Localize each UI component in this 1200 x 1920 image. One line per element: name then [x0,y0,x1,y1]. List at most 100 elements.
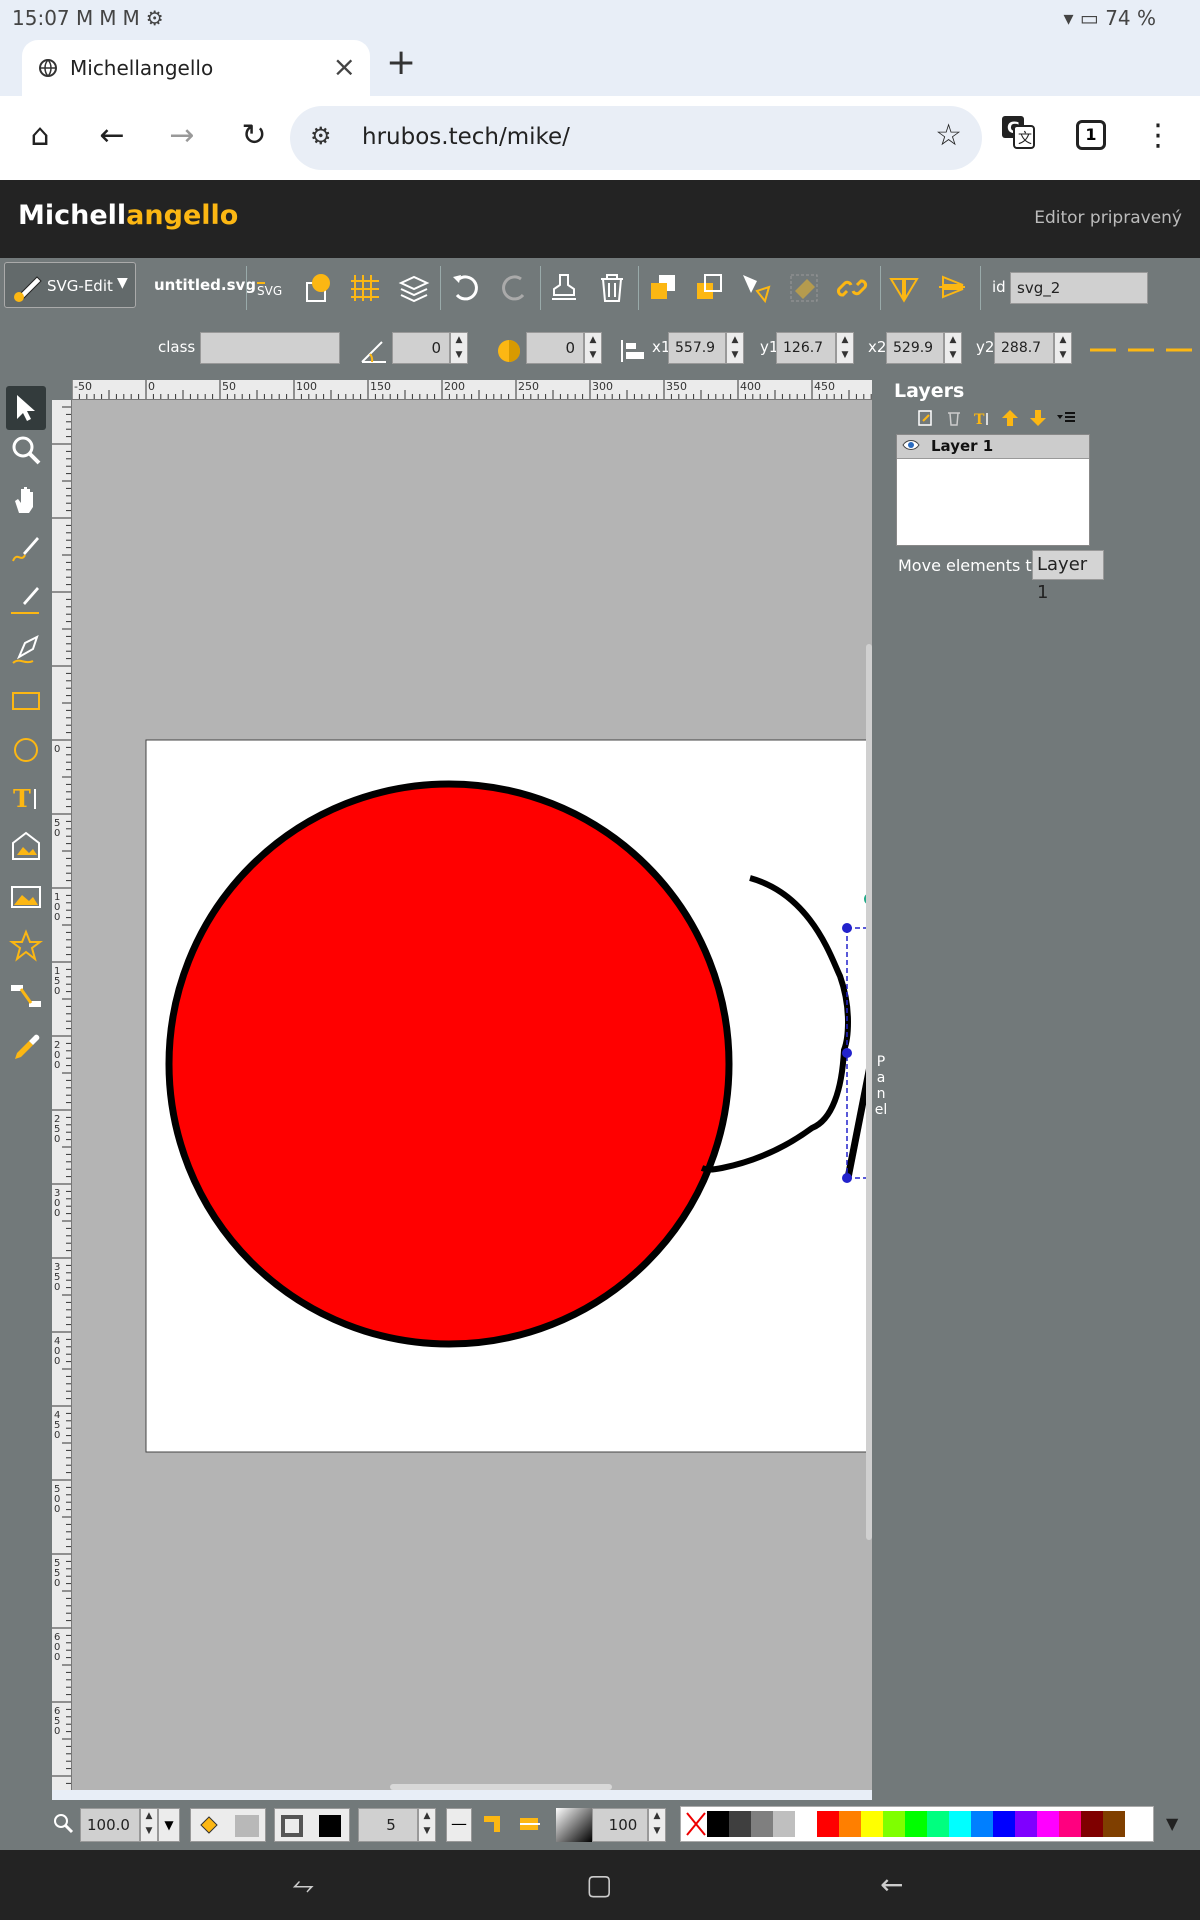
color-swatch[interactable] [817,1811,839,1837]
line-join-icon[interactable] [480,1812,504,1836]
redo-icon[interactable] [494,268,534,308]
blur-stepper[interactable]: ▲ ▼ [584,332,602,364]
line-cap-icon[interactable] [518,1812,542,1836]
freehand-tool[interactable] [6,528,46,572]
y1-input[interactable]: 126.7 [776,332,836,364]
panel-toggle-tab[interactable]: Panel [874,1054,888,1118]
x2-input[interactable]: 529.9 [886,332,944,364]
x1-stepper[interactable]: ▲ ▼ [726,332,744,364]
opacity-input[interactable]: 100 [592,1808,648,1842]
class-input[interactable] [200,332,340,364]
id-input[interactable]: svg_2 [1010,272,1148,304]
y2-stepper[interactable]: ▲ ▼ [1054,332,1072,364]
home-nav-icon[interactable]: ▢ [586,1868,612,1901]
color-swatch[interactable] [927,1811,949,1837]
move-to-top-icon[interactable] [644,268,684,308]
color-swatch[interactable] [795,1811,817,1837]
angle-input[interactable]: 0 [392,332,450,364]
color-swatch[interactable] [839,1811,861,1837]
tab-switcher-button[interactable]: 1 [1076,120,1106,150]
reorient-path-icon[interactable] [784,268,824,308]
move-elements-select[interactable]: Layer 1 [1032,550,1104,603]
path-tool[interactable] [6,628,46,672]
color-swatch[interactable] [883,1811,905,1837]
color-swatch[interactable] [949,1811,971,1837]
delete-layer-icon[interactable] [942,406,966,430]
y2-input[interactable]: 288.7 [994,332,1054,364]
address-bar[interactable]: ⚙ hrubos.tech/mike/ ☆ [290,106,982,170]
svg-source-button[interactable]: SVG [252,268,292,308]
color-swatch[interactable] [773,1811,795,1837]
browser-tab[interactable]: Michellangello × [22,40,370,96]
opacity-stepper[interactable]: ▲ ▼ [648,1808,666,1842]
bookmark-star-icon[interactable]: ☆ [935,118,962,153]
convert-to-path-icon[interactable] [736,268,776,308]
color-swatch[interactable] [905,1811,927,1837]
image-tool[interactable] [6,874,46,918]
x1-input[interactable]: 557.9 [668,332,726,364]
angle-stepper[interactable]: ▲ ▼ [450,332,468,364]
zoom-tool[interactable] [6,428,46,472]
color-swatch[interactable] [751,1811,773,1837]
flip-horizontal-icon[interactable] [932,268,972,308]
eye-icon[interactable] [901,435,925,461]
color-swatch[interactable] [1037,1811,1059,1837]
stroke-width-input[interactable]: 5 [358,1808,418,1842]
line-tool[interactable] [6,578,46,622]
no-color-swatch[interactable] [685,1811,707,1837]
layer-row[interactable]: Layer 1 [897,435,1089,459]
select-tool[interactable] [6,386,46,430]
palette-dropdown-icon[interactable]: ▼ [1166,1814,1178,1833]
back-icon[interactable]: ← [90,114,134,158]
recent-apps-icon[interactable]: ⥊ [292,1868,314,1902]
layer-menu-icon[interactable] [1054,406,1078,430]
flip-vertical-icon[interactable] [884,268,924,308]
new-layer-icon[interactable] [914,406,938,430]
reload-icon[interactable]: ↻ [232,114,276,158]
zoom-dropdown[interactable]: ▼ [158,1808,180,1842]
forward-icon[interactable]: → [160,114,204,158]
clone-stamp-icon[interactable] [544,268,584,308]
stroke-width-stepper[interactable]: ▲ ▼ [418,1808,436,1842]
stroke-dash-select[interactable]: — [446,1808,472,1842]
image-library-tool[interactable] [6,824,46,868]
color-swatch[interactable] [993,1811,1015,1837]
move-to-bottom-icon[interactable] [690,268,730,308]
fill-color-picker[interactable] [190,1808,266,1842]
eyedropper-tool[interactable] [6,1024,46,1068]
document-properties-icon[interactable] [298,268,338,308]
shape-tool[interactable] [6,924,46,968]
color-swatch[interactable] [971,1811,993,1837]
drawing-canvas[interactable] [72,400,872,1790]
home-icon[interactable]: ⌂ [18,114,62,158]
layers-toggle-icon[interactable] [394,268,434,308]
dash-style-icon[interactable] [1088,346,1192,354]
color-swatch[interactable] [729,1811,751,1837]
resize-handle[interactable] [842,1048,852,1058]
text-tool[interactable]: T [6,776,46,820]
color-swatch[interactable] [1059,1811,1081,1837]
stroke-color-picker[interactable] [274,1808,350,1842]
more-menu-icon[interactable]: ⋮ [1136,114,1180,158]
link-icon[interactable] [832,268,872,308]
delete-icon[interactable] [592,268,632,308]
connector-tool[interactable] [6,974,46,1018]
zoom-stepper[interactable]: ▲ ▼ [140,1808,158,1842]
ellipse-tool[interactable] [6,728,46,772]
site-settings-icon[interactable]: ⚙ [310,122,332,150]
zoom-input[interactable]: 100.0 [80,1808,140,1842]
color-swatch[interactable] [1015,1811,1037,1837]
translate-icon[interactable]: G文 [996,114,1040,158]
x2-stepper[interactable]: ▲ ▼ [944,332,962,364]
rectangle-tool[interactable] [6,678,46,722]
blur-input[interactable]: 0 [526,332,584,364]
red-circle[interactable] [165,780,733,1348]
close-tab-icon[interactable]: × [333,50,356,83]
y1-stepper[interactable]: ▲ ▼ [836,332,854,364]
url-text[interactable]: hrubos.tech/mike/ [362,124,570,150]
color-swatch[interactable] [707,1811,729,1837]
rename-layer-icon[interactable]: T [970,406,994,430]
new-tab-icon[interactable]: + [386,42,416,83]
canvas-workarea[interactable] [72,400,872,1790]
move-layer-up-icon[interactable] [998,406,1022,430]
